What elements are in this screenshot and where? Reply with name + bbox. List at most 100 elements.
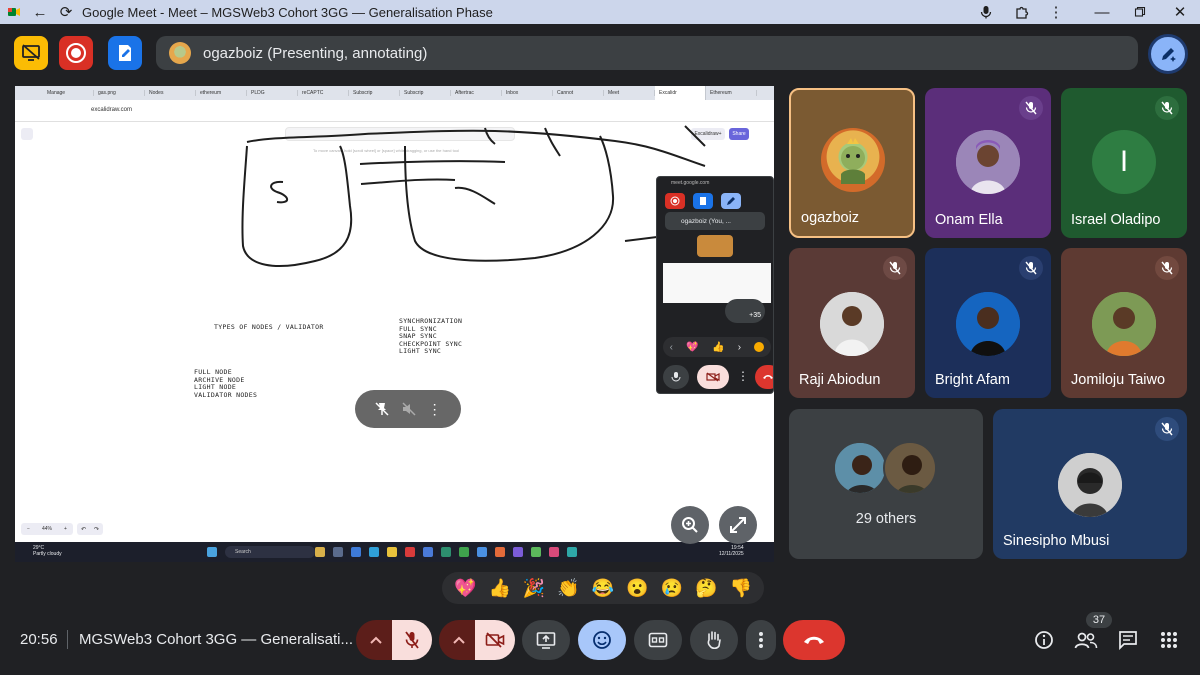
chevron-up-icon [370,636,382,644]
more-options-button[interactable] [746,620,776,660]
window-title-bar: ← ⟳ Google Meet - Meet – MGSWeb3 Cohort … [0,0,1200,24]
share-options-button[interactable] [108,36,142,70]
undo-icon[interactable]: ↶ [81,526,86,533]
mini-share-button[interactable] [693,193,713,209]
windows-start-icon[interactable] [207,547,217,557]
laugh-reaction[interactable]: 😂 [591,576,615,600]
taskbar-app-icon[interactable] [495,547,505,557]
participant-tile[interactable]: Onam Ella [925,88,1051,238]
close-icon[interactable]: ✕ [1172,4,1188,21]
audio-options-button[interactable] [356,620,396,660]
mini-camera-button[interactable] [697,365,729,389]
surprised-reaction[interactable]: 😮 [625,576,649,600]
fullscreen-button[interactable] [719,506,757,544]
taskbar-app-icon[interactable] [423,547,433,557]
taskbar-app-icon[interactable] [315,547,325,557]
person-photo-icon [1058,453,1122,517]
participant-avatar [1092,292,1156,356]
taskbar-app-icon[interactable] [387,547,397,557]
zoom-out-icon[interactable]: − [27,526,30,532]
weather-widget[interactable]: 29°C Partly cloudy [33,545,62,557]
muted-indicator [1155,96,1179,120]
present-screen-button[interactable] [522,620,570,660]
mini-mic-button[interactable] [663,365,689,389]
taskbar-app-icon[interactable] [351,547,361,557]
microphone-toggle-button[interactable] [392,620,432,660]
mini-presenter-pill: ogazboiz (You, ... [665,212,765,230]
sad-reaction[interactable]: 😢 [660,576,684,600]
video-options-button[interactable] [439,620,479,660]
participant-tile[interactable]: Sinesipho Mbusi [993,409,1187,559]
taskbar-app-icon[interactable] [531,547,541,557]
back-icon[interactable]: ← [32,4,48,21]
mini-presenter-tile [697,235,733,257]
participant-tile[interactable]: ogazboiz [789,88,915,238]
others-tile[interactable]: 29 others [789,409,983,559]
floating-controls-pill: ⋮ [355,390,461,428]
participant-name: ogazboiz [801,210,860,226]
taskbar-app-icon[interactable] [477,547,487,557]
thumbs-up-reaction[interactable]: 👍 [488,576,512,600]
extension-icon[interactable] [1014,4,1030,20]
taskbar-app-icon[interactable] [369,547,379,557]
redo-icon[interactable]: ↷ [94,526,99,533]
more-options-icon[interactable]: ⋮ [1048,4,1064,21]
canvas-zoom-control[interactable]: − 44% + [21,523,73,535]
taskbar-search[interactable]: Search [225,546,315,558]
chat-button[interactable] [1110,622,1146,658]
captions-button[interactable] [634,620,682,660]
annotate-button[interactable] [1148,34,1188,74]
party-reaction[interactable]: 🎉 [522,576,546,600]
meet-app-icon [6,4,22,20]
leave-call-button[interactable] [783,620,845,660]
taskbar-app-icon[interactable] [549,547,559,557]
clap-reaction[interactable]: 👏 [557,576,581,600]
hand-icon[interactable] [754,342,765,352]
taskbar-app-icon[interactable] [567,547,577,557]
participant-name: Bright Afam [935,372,1010,388]
volume-off-icon[interactable] [401,401,417,417]
participant-tile[interactable]: Bright Afam [925,248,1051,398]
reactions-button[interactable] [578,620,626,660]
chevron-right-icon[interactable]: › [738,342,741,353]
mini-meet-url: meet.google.com [671,180,710,186]
more-options-icon[interactable]: ⋮ [737,369,749,383]
more-options-icon[interactable]: ⋮ [428,401,442,418]
pin-off-icon[interactable] [374,401,390,417]
person-photo-icon [956,292,1020,356]
thumbs-up-emoji[interactable]: 👍 [712,342,724,353]
zoom-button[interactable] [671,506,709,544]
microphone-icon[interactable] [978,4,994,20]
restore-icon[interactable] [1132,4,1148,20]
mini-record-button[interactable] [665,193,685,209]
camera-toggle-button[interactable] [475,620,515,660]
reload-icon[interactable]: ⟳ [58,4,74,21]
heart-reaction[interactable]: 💖 [453,576,477,600]
heart-emoji[interactable]: 💖 [686,342,698,353]
mini-annotate-button[interactable] [721,193,741,209]
taskbar-app-icon[interactable] [459,547,469,557]
taskbar-app-icon[interactable] [513,547,523,557]
activities-button[interactable] [1151,622,1187,658]
thinking-reaction[interactable]: 🤔 [694,576,718,600]
chevron-left-icon[interactable]: ‹ [670,342,673,353]
mini-end-call-button[interactable] [755,365,773,389]
mini-more-participants[interactable]: +35 [725,299,765,323]
participant-tile[interactable]: Jomiloju Taiwo [1061,248,1187,398]
minimize-icon[interactable]: — [1094,4,1110,21]
zoom-level: 44% [41,526,52,532]
stop-presenting-button[interactable] [14,36,48,70]
meeting-details-button[interactable] [1026,622,1062,658]
zoom-in-icon[interactable]: + [64,526,67,532]
recording-button[interactable] [59,36,93,70]
participant-tile[interactable]: I Israel Oladipo [1061,88,1187,238]
thumbs-down-reaction[interactable]: 👎 [729,576,753,600]
system-clock[interactable]: 19:54 12/11/2025 [719,545,744,557]
people-button[interactable] [1068,622,1104,658]
raise-hand-button[interactable] [690,620,738,660]
taskbar-app-icon[interactable] [333,547,343,557]
undo-redo-control[interactable]: ↶ ↷ [77,523,103,535]
participant-tile[interactable]: Raji Abiodun [789,248,915,398]
taskbar-app-icon[interactable] [441,547,451,557]
taskbar-app-icon[interactable] [405,547,415,557]
